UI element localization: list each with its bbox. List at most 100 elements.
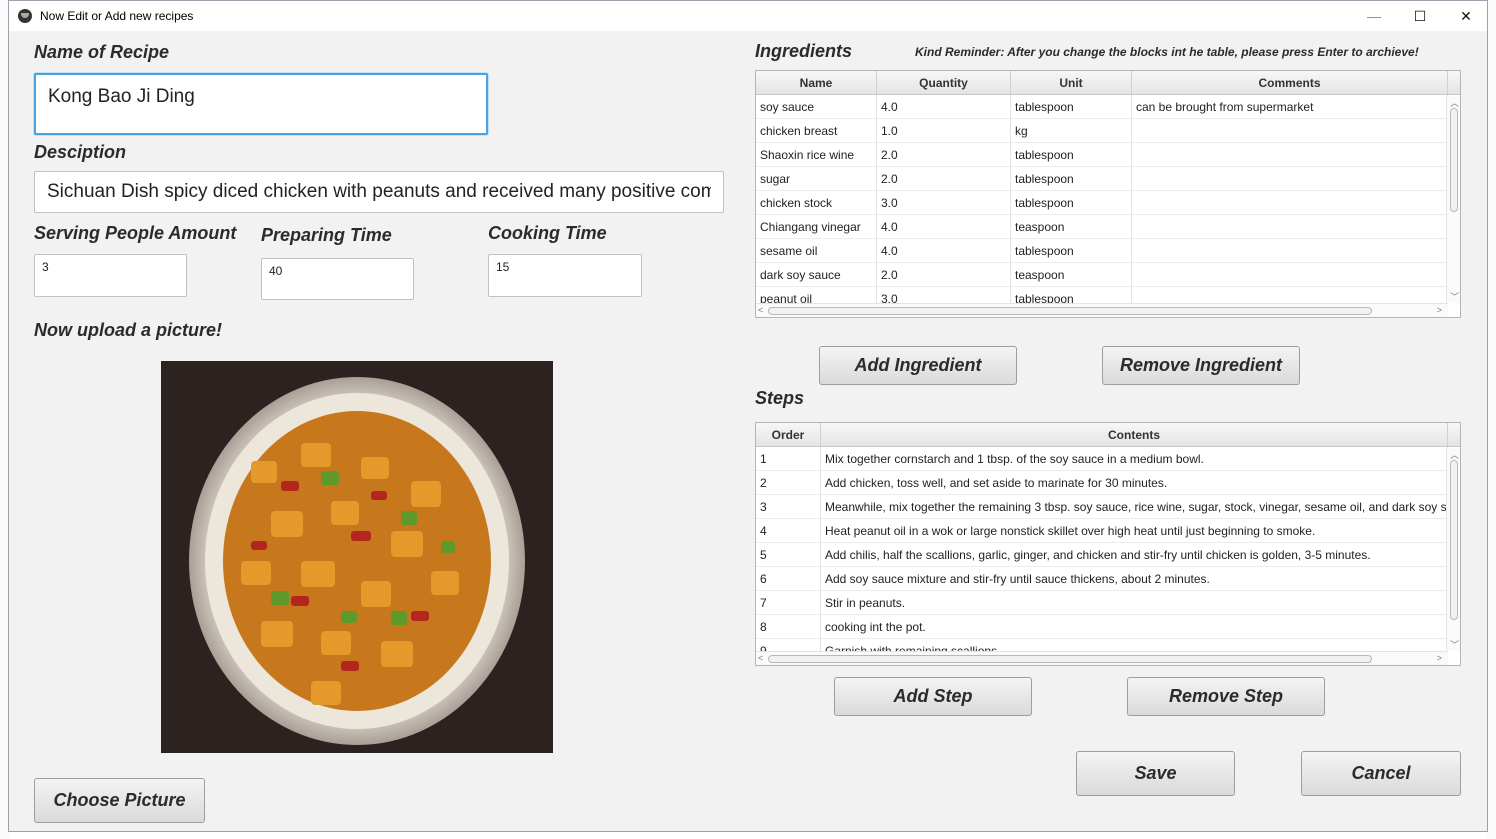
description-input[interactable]: [34, 171, 724, 213]
ingredient-name-cell[interactable]: sugar: [756, 167, 877, 190]
step-contents-cell[interactable]: Add soy sauce mixture and stir-fry until…: [821, 567, 1448, 590]
step-contents-cell[interactable]: Add chilis, half the scallions, garlic, …: [821, 543, 1448, 566]
preparing-time-input[interactable]: 40: [261, 258, 414, 300]
serving-amount-input[interactable]: 3: [34, 254, 187, 297]
step-row[interactable]: 6 Add soy sauce mixture and stir-fry unti…: [756, 567, 1460, 591]
ingredient-name-cell[interactable]: chicken breast: [756, 119, 877, 142]
ingredient-name-cell[interactable]: chicken stock: [756, 191, 877, 214]
column-header-unit[interactable]: Unit: [1011, 71, 1132, 94]
column-header-contents[interactable]: Contents: [821, 423, 1448, 446]
ingredients-horizontal-scrollbar[interactable]: < >: [756, 303, 1448, 317]
column-header-order[interactable]: Order: [756, 423, 821, 446]
ingredient-comments-cell[interactable]: [1132, 215, 1448, 238]
ingredient-name-cell[interactable]: soy sauce: [756, 95, 877, 118]
column-header-quantity[interactable]: Quantity: [877, 71, 1011, 94]
ingredient-name-cell[interactable]: sesame oil: [756, 239, 877, 262]
step-contents-cell[interactable]: Mix together cornstarch and 1 tbsp. of t…: [821, 447, 1448, 470]
step-order-cell[interactable]: 1: [756, 447, 821, 470]
ingredient-quantity-cell[interactable]: 3.0: [877, 191, 1011, 214]
ingredient-row[interactable]: Chiangang vinegar 4.0 teaspoon: [756, 215, 1460, 239]
column-header-name[interactable]: Name: [756, 71, 877, 94]
kind-reminder-text: Kind Reminder: After you change the bloc…: [915, 45, 1419, 59]
upload-picture-label: Now upload a picture!: [34, 320, 223, 340]
recipe-photo: [161, 361, 553, 753]
ingredient-comments-cell[interactable]: [1132, 167, 1448, 190]
ingredient-unit-cell[interactable]: tablespoon: [1011, 191, 1132, 214]
step-contents-cell[interactable]: Add chicken, toss well, and set aside to…: [821, 471, 1448, 494]
ingredient-comments-cell[interactable]: can be brought from supermarket: [1132, 95, 1448, 118]
step-order-cell[interactable]: 2: [756, 471, 821, 494]
ingredient-row[interactable]: sesame oil 4.0 tablespoon: [756, 239, 1460, 263]
remove-step-button[interactable]: Remove Step: [1127, 677, 1325, 716]
steps-horizontal-scrollbar[interactable]: < >: [756, 651, 1448, 665]
ingredient-name-cell[interactable]: Shaoxin rice wine: [756, 143, 877, 166]
add-ingredient-button[interactable]: Add Ingredient: [819, 346, 1017, 385]
ingredients-table-header: Name Quantity Unit Comments: [756, 71, 1460, 95]
description-label: Desciption: [34, 142, 127, 162]
maximize-button[interactable]: ☐: [1397, 1, 1443, 31]
step-row[interactable]: 7 Stir in peanuts.: [756, 591, 1460, 615]
recipe-name-input[interactable]: [34, 73, 488, 135]
ingredients-table: Name Quantity Unit Comments soy sauce 4.0…: [755, 70, 1461, 318]
app-icon: [18, 9, 32, 23]
step-row[interactable]: 4 Heat peanut oil in a wok or large nonst…: [756, 519, 1460, 543]
ingredient-quantity-cell[interactable]: 2.0: [877, 167, 1011, 190]
recipe-editor-window: Now Edit or Add new recipes — ☐ ✕ Name o…: [8, 0, 1488, 832]
ingredient-unit-cell[interactable]: tablespoon: [1011, 143, 1132, 166]
step-contents-cell[interactable]: cooking int the pot.: [821, 615, 1448, 638]
ingredient-row[interactable]: chicken stock 3.0 tablespoon: [756, 191, 1460, 215]
step-contents-cell[interactable]: Meanwhile, mix together the remaining 3 …: [821, 495, 1448, 518]
ingredient-row[interactable]: dark soy sauce 2.0 teaspoon: [756, 263, 1460, 287]
cooking-time-input[interactable]: 15: [488, 254, 642, 297]
step-order-cell[interactable]: 5: [756, 543, 821, 566]
ingredient-comments-cell[interactable]: [1132, 143, 1448, 166]
close-button[interactable]: ✕: [1443, 1, 1487, 31]
add-step-button[interactable]: Add Step: [834, 677, 1032, 716]
steps-vertical-scrollbar[interactable]: ︿ ﹀: [1446, 448, 1460, 651]
step-contents-cell[interactable]: Stir in peanuts.: [821, 591, 1448, 614]
column-header-comments[interactable]: Comments: [1132, 71, 1448, 94]
ingredient-comments-cell[interactable]: [1132, 239, 1448, 262]
window-title: Now Edit or Add new recipes: [40, 9, 194, 23]
ingredient-unit-cell[interactable]: kg: [1011, 119, 1132, 142]
ingredient-quantity-cell[interactable]: 4.0: [877, 239, 1011, 262]
ingredient-quantity-cell[interactable]: 2.0: [877, 143, 1011, 166]
step-row[interactable]: 3 Meanwhile, mix together the remaining 3…: [756, 495, 1460, 519]
step-row[interactable]: 8 cooking int the pot.: [756, 615, 1460, 639]
ingredients-label: Ingredients: [755, 41, 853, 61]
ingredient-comments-cell[interactable]: [1132, 263, 1448, 286]
remove-ingredient-button[interactable]: Remove Ingredient: [1102, 346, 1300, 385]
step-order-cell[interactable]: 8: [756, 615, 821, 638]
step-contents-cell[interactable]: Heat peanut oil in a wok or large nonsti…: [821, 519, 1448, 542]
step-row[interactable]: 5 Add chilis, half the scallions, garlic,…: [756, 543, 1460, 567]
step-order-cell[interactable]: 6: [756, 567, 821, 590]
step-order-cell[interactable]: 7: [756, 591, 821, 614]
step-row[interactable]: 2 Add chicken, toss well, and set aside t…: [756, 471, 1460, 495]
step-order-cell[interactable]: 3: [756, 495, 821, 518]
cancel-button[interactable]: Cancel: [1301, 751, 1461, 796]
ingredient-unit-cell[interactable]: tablespoon: [1011, 239, 1132, 262]
ingredient-unit-cell[interactable]: tablespoon: [1011, 95, 1132, 118]
ingredients-vertical-scrollbar[interactable]: ︿ ﹀: [1446, 96, 1460, 303]
ingredient-comments-cell[interactable]: [1132, 191, 1448, 214]
ingredient-comments-cell[interactable]: [1132, 119, 1448, 142]
ingredient-row[interactable]: chicken breast 1.0 kg: [756, 119, 1460, 143]
ingredient-name-cell[interactable]: Chiangang vinegar: [756, 215, 877, 238]
choose-picture-button[interactable]: Choose Picture: [34, 778, 205, 823]
save-button[interactable]: Save: [1076, 751, 1235, 796]
ingredient-unit-cell[interactable]: tablespoon: [1011, 167, 1132, 190]
step-row[interactable]: 1 Mix together cornstarch and 1 tbsp. of …: [756, 447, 1460, 471]
ingredient-unit-cell[interactable]: teaspoon: [1011, 263, 1132, 286]
step-order-cell[interactable]: 4: [756, 519, 821, 542]
ingredient-quantity-cell[interactable]: 2.0: [877, 263, 1011, 286]
minimize-button[interactable]: —: [1351, 1, 1397, 31]
ingredient-unit-cell[interactable]: teaspoon: [1011, 215, 1132, 238]
ingredient-row[interactable]: sugar 2.0 tablespoon: [756, 167, 1460, 191]
ingredient-name-cell[interactable]: dark soy sauce: [756, 263, 877, 286]
ingredient-row[interactable]: Shaoxin rice wine 2.0 tablespoon: [756, 143, 1460, 167]
ingredient-quantity-cell[interactable]: 4.0: [877, 95, 1011, 118]
steps-table-header: Order Contents: [756, 423, 1460, 447]
ingredient-quantity-cell[interactable]: 1.0: [877, 119, 1011, 142]
ingredient-row[interactable]: soy sauce 4.0 tablespoon can be brought fro…: [756, 95, 1460, 119]
ingredient-quantity-cell[interactable]: 4.0: [877, 215, 1011, 238]
